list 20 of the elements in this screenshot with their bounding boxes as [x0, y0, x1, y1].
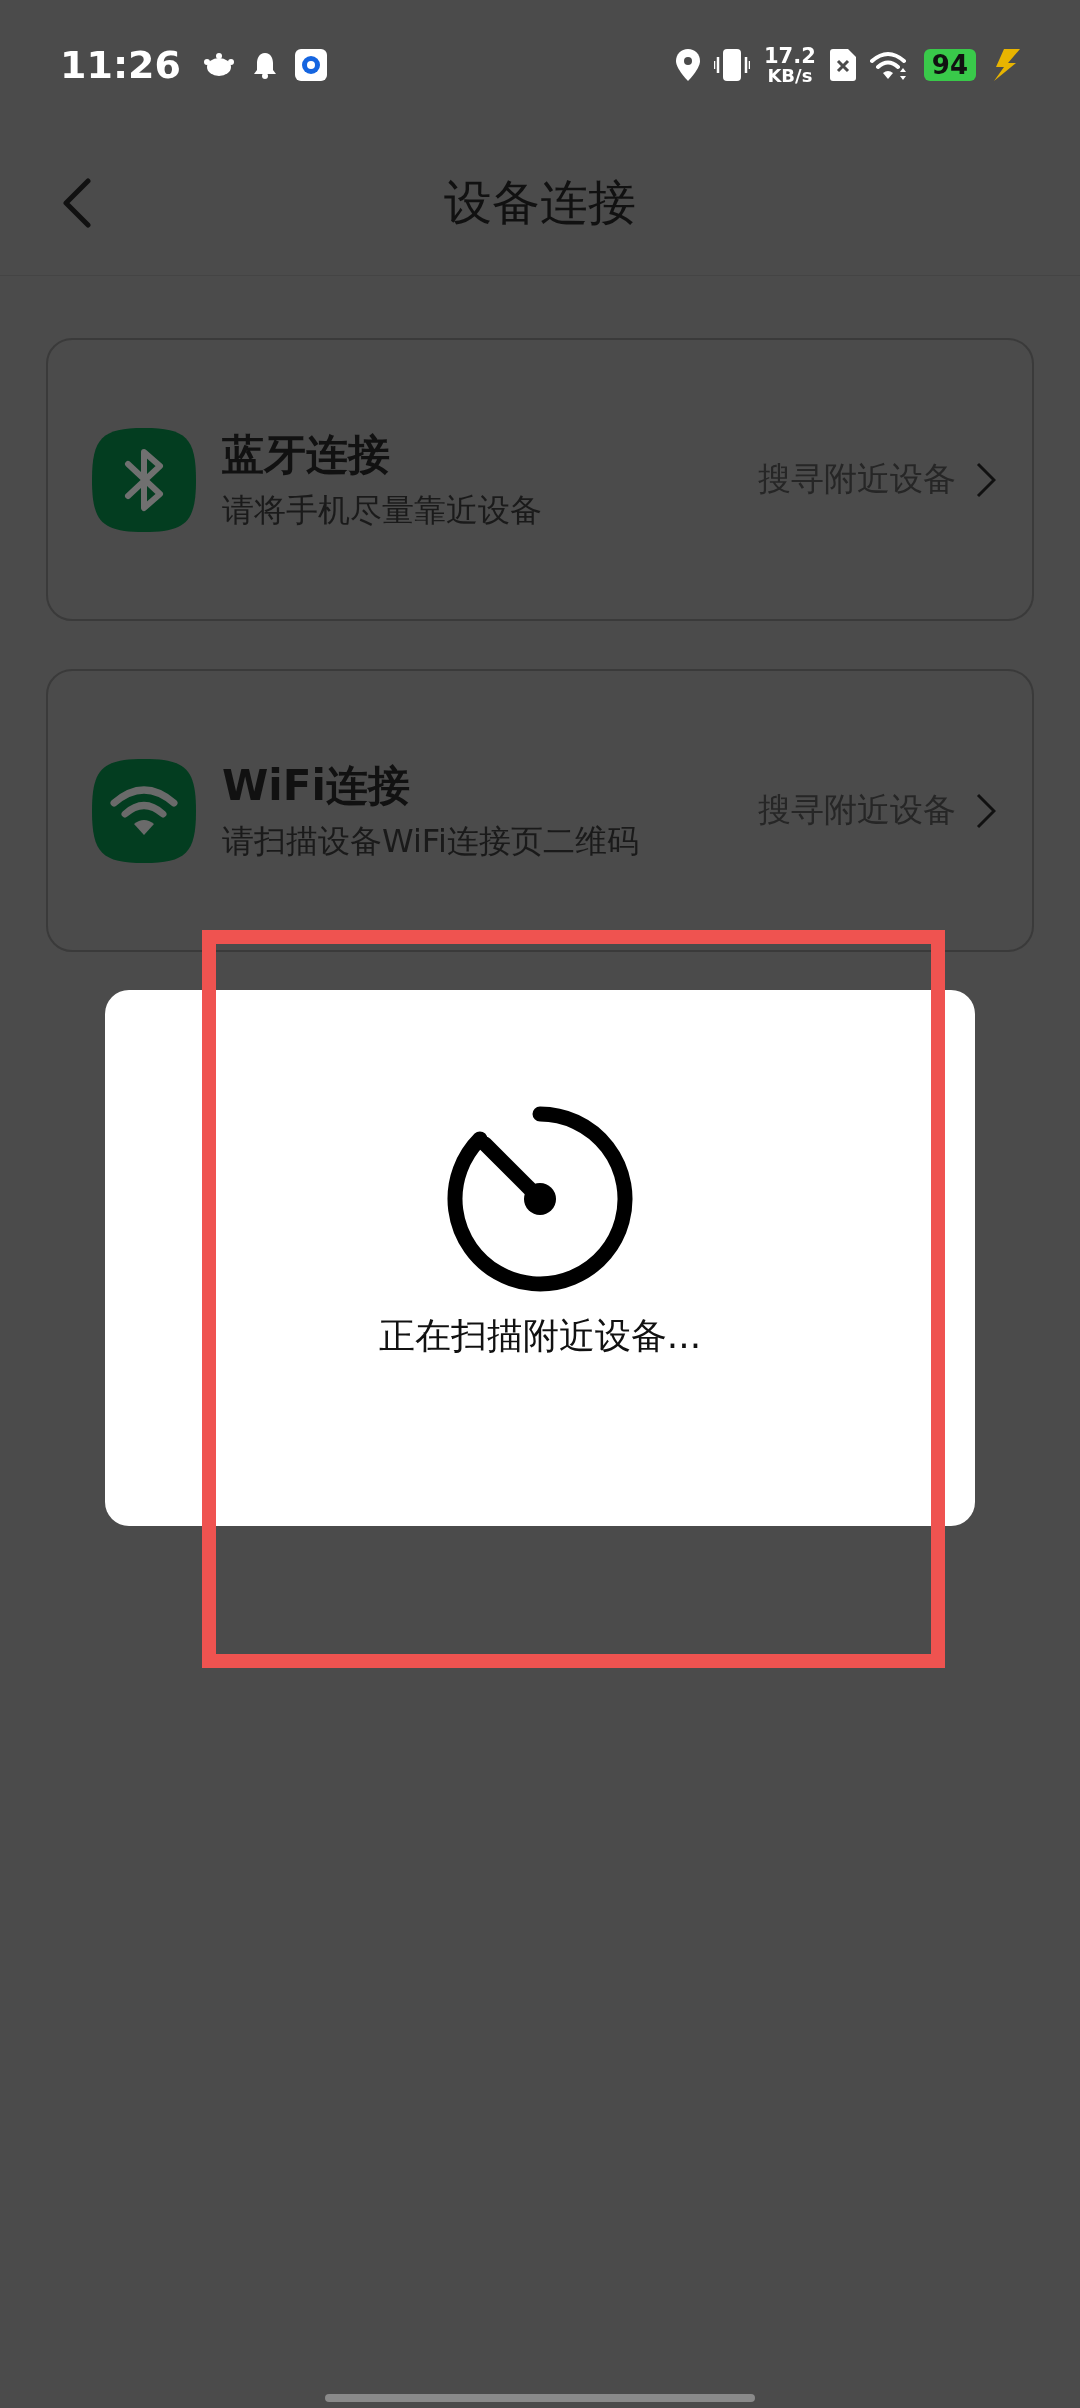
- chevron-right-icon: [976, 792, 996, 829]
- wifi-icon: [90, 756, 198, 865]
- vibrate-icon: [714, 49, 750, 81]
- battery-level: 94: [923, 49, 976, 81]
- timer-icon: [447, 1106, 633, 1292]
- app-icon: [294, 49, 327, 81]
- bluetooth-icon: [90, 425, 198, 534]
- sim-icon: [829, 49, 856, 81]
- status-time: 11:26: [60, 43, 181, 87]
- network-speed-unit: KB/s: [767, 66, 813, 85]
- bird-icon: [202, 53, 235, 77]
- location-icon: [676, 49, 700, 81]
- scanning-message: 正在扫描附近设备...: [378, 1314, 702, 1358]
- option-title: WiFi连接: [222, 759, 411, 812]
- back-icon[interactable]: [62, 177, 92, 228]
- page-title: 设备连接: [444, 172, 636, 232]
- chevron-right-icon: [976, 461, 996, 498]
- option-title: 蓝牙连接: [222, 428, 391, 481]
- network-speed: 17.2: [764, 45, 816, 67]
- bell-icon: [252, 51, 277, 79]
